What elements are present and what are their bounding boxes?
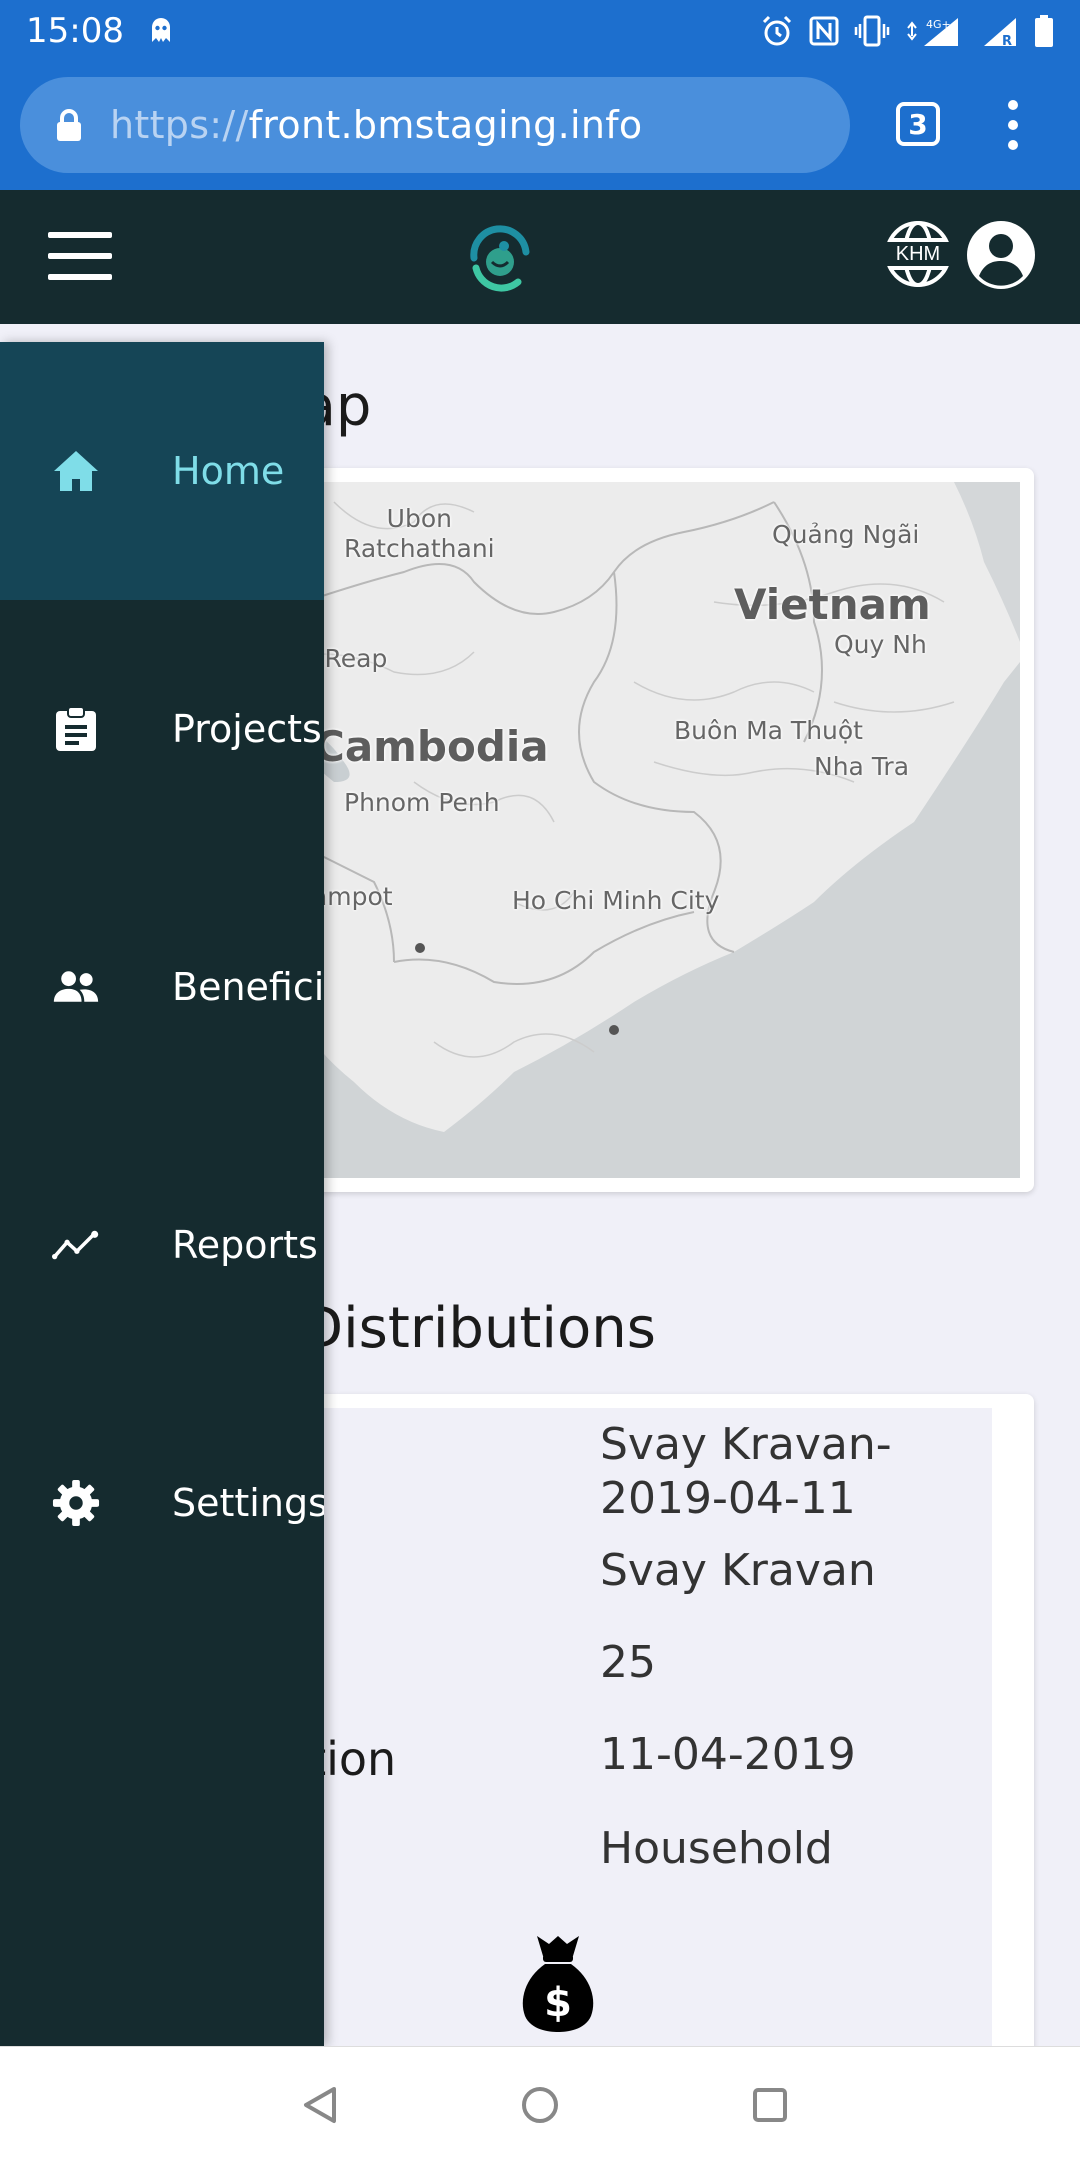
map-label-quy-nhon: Quy Nh [834,630,927,659]
drawer-item-label: Beneficia [172,965,324,1009]
map-label-quang-ngai: Quảng Ngãi [772,520,920,549]
svg-text:R: R [1002,34,1012,48]
map-card: Ubon Ratchathani Quảng Ngãi Vietnam Quy N… [200,468,1034,1192]
lock-icon [54,108,84,142]
notification-icon [146,16,176,46]
map-label-buon-ma-thuot: Buôn Ma Thuột [674,716,863,745]
distribution-map[interactable]: Ubon Ratchathani Quảng Ngãi Vietnam Quy N… [214,482,1020,1178]
nfc-icon [808,15,840,47]
drawer-item-beneficiaries[interactable]: Beneficia [0,858,324,1116]
map-label-vietnam: Vietnam [734,580,931,629]
drawer-item-reports[interactable]: Reports [0,1116,324,1374]
system-navigation-bar [0,2046,1080,2160]
home-icon [52,447,100,495]
url-host: front.bmstaging.info [248,103,643,147]
back-icon[interactable] [300,2085,340,2125]
battery-icon [1034,14,1054,48]
distributions-section-title: Distributions [300,1296,656,1361]
tab-switcher-button[interactable]: 3 [896,102,940,146]
app-header: KHM [0,190,1080,324]
drawer-item-label: Reports [172,1223,318,1267]
map-label-cambodia: Cambodia [314,722,549,771]
hamburger-menu-icon[interactable] [48,232,112,280]
clipboard-icon [52,705,100,753]
browser-menu-icon[interactable] [1000,100,1026,150]
app-logo [470,225,530,292]
status-bar: 15:08 4G+ R [0,0,1080,62]
map-label-ubon-line1: Ubon [386,504,452,533]
distribution-date-value: 11-04-2019 [600,1729,856,1780]
url-scheme: https:// [110,103,249,147]
distribution-beneficiaries-value: 25 [600,1637,656,1688]
drawer-item-label: Home [172,449,285,493]
browser-toolbar: https://front.bmstaging.info 3 [0,62,1080,190]
svg-text:4G+: 4G+ [926,18,951,31]
gear-icon [52,1479,100,1527]
vibrate-icon [854,14,890,48]
drawer-item-home[interactable]: Home [0,342,324,600]
home-nav-icon[interactable] [520,2085,560,2125]
signal-roaming-icon: R [982,14,1020,48]
drawer-item-projects[interactable]: Projects [0,600,324,858]
people-icon [52,963,100,1011]
money-bag-icon: $ [522,1936,594,2032]
svg-text:$: $ [544,1980,572,2026]
recent-apps-icon[interactable] [752,2087,788,2123]
chart-line-icon [52,1221,100,1269]
map-label-ubon: Ubon Ratchathani [344,504,495,564]
status-time: 15:08 [26,11,124,51]
drawer-item-settings[interactable]: Settings [0,1374,324,1632]
user-account-icon[interactable] [966,220,1036,290]
language-switcher-button[interactable]: KHM [884,220,952,288]
signal-4g-icon: 4G+ [904,14,968,48]
drawer-item-label: Projects [172,707,322,751]
drawer-item-label: Settings [172,1481,324,1525]
url-text: https://front.bmstaging.info [110,103,642,147]
distribution-card[interactable]: Svay Kravan-2019-04-11 Svay Kravan es 25… [200,1394,1034,2046]
side-drawer: Home Projects Beneficia Reports Settings [0,342,324,2046]
map-label-phnom-penh: Phnom Penh [344,788,500,817]
distribution-name-value: Svay Kravan-2019-04-11 [600,1419,892,1524]
distribution-location-value: Svay Kravan [600,1545,876,1596]
map-label-ho-chi-minh: Ho Chi Minh City [512,886,720,915]
url-bar[interactable]: https://front.bmstaging.info [20,77,850,173]
alarm-icon [760,14,794,48]
language-code: KHM [884,242,952,266]
status-icons: 4G+ R [760,14,1054,48]
distribution-type-value: Household [600,1823,833,1874]
map-label-nha-trang: Nha Tra [814,752,910,781]
map-label-ubon-line2: Ratchathani [344,534,495,563]
